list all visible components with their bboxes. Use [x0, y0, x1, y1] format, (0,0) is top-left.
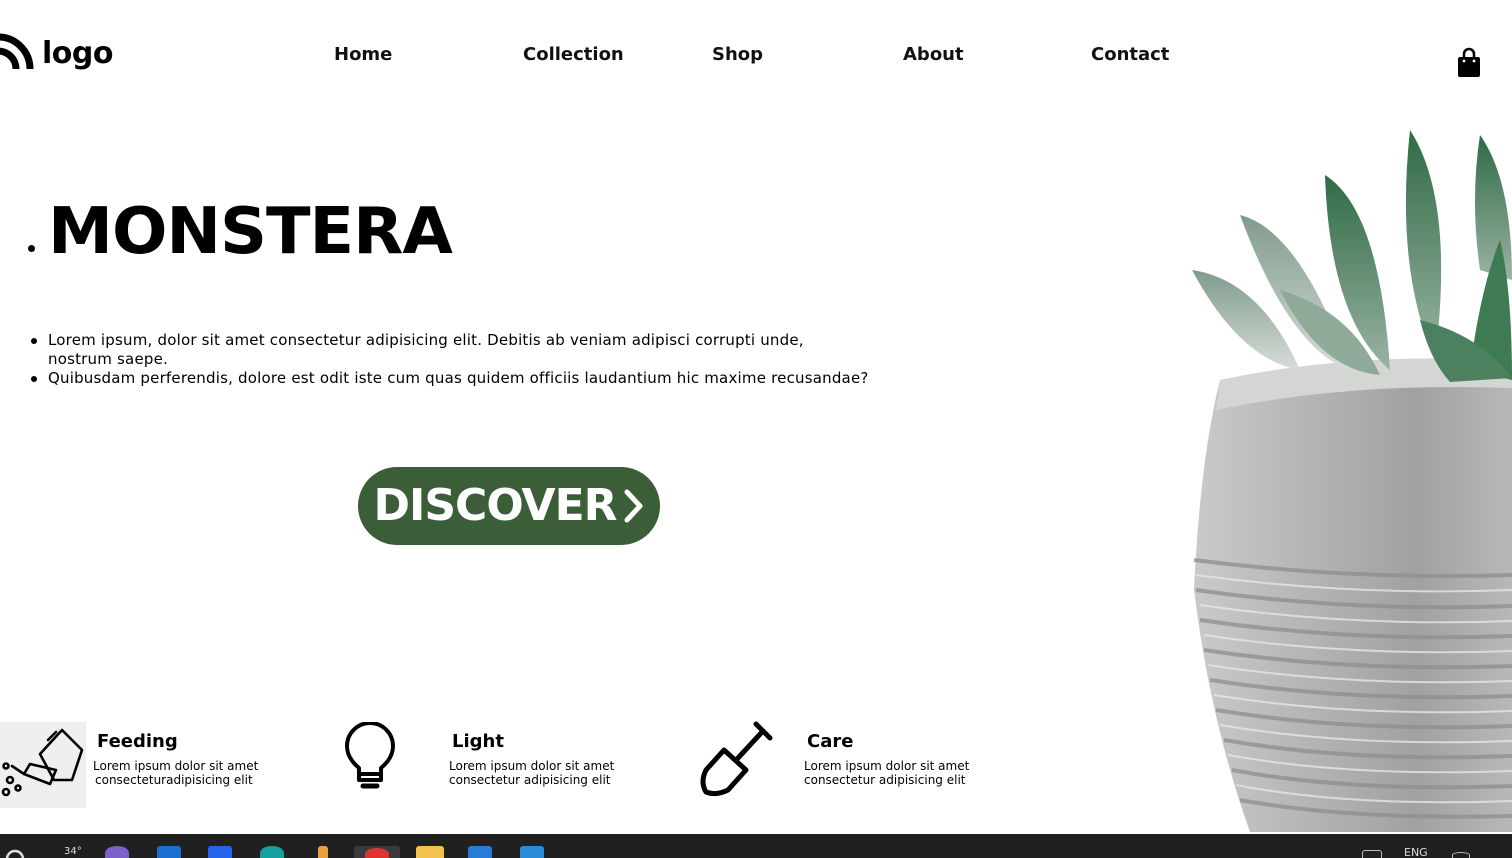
hero-title: MONSTERA	[48, 195, 453, 269]
taskbar-app-1-icon[interactable]	[105, 846, 129, 858]
feature-care-desc: Lorem ipsum dolor sit amet consectetur a…	[804, 759, 1004, 787]
feature-care-line2: consectetur adipisicing elit	[804, 773, 966, 787]
hero-bullet-1: Lorem ipsum, dolor sit amet consectetur …	[30, 331, 870, 369]
title-bullet	[28, 245, 35, 252]
feature-feeding-line1: Lorem ipsum dolor sit amet	[93, 759, 259, 773]
feature-feeding-title: Feeding	[97, 731, 178, 752]
feature-care-title: Care	[807, 731, 854, 752]
hero-title-row: MONSTERA	[28, 200, 453, 264]
feature-light-icon-box	[343, 721, 397, 792]
logo-text: logo	[42, 35, 113, 71]
feature-light-line2: consectetur adipisicing elit	[449, 773, 611, 787]
feature-feeding-desc: Lorem ipsum dolor sit amet consecteturad…	[93, 759, 293, 787]
os-taskbar: 34° ENG	[0, 834, 1512, 858]
shopping-bag-icon	[1458, 47, 1480, 77]
feature-care-icon-box	[698, 720, 776, 798]
light-bulb-icon	[345, 721, 395, 789]
feature-light-line1: Lorem ipsum dolor sit amet	[449, 759, 615, 773]
logo-mark-icon	[0, 33, 34, 70]
weather-temperature[interactable]: 34°	[64, 846, 82, 857]
hero-description-list: Lorem ipsum, dolor sit amet consectetur …	[30, 331, 870, 388]
logo[interactable]: logo	[0, 30, 113, 76]
nav-home[interactable]: Home	[334, 44, 392, 65]
chevron-right-icon	[624, 489, 643, 523]
succulent-pot-image	[1192, 130, 1512, 832]
feature-light-title: Light	[452, 731, 504, 752]
watering-can-icon	[1, 728, 84, 797]
vscode-icon[interactable]	[520, 846, 544, 858]
taskbar-app-3-icon[interactable]	[208, 846, 232, 858]
feature-light-desc: Lorem ipsum dolor sit amet consectetur a…	[449, 759, 649, 787]
feature-feeding-icon-box	[0, 722, 86, 808]
cart-button[interactable]	[1456, 47, 1482, 79]
taskbar-active-app[interactable]	[354, 846, 400, 858]
nav-about[interactable]: About	[903, 44, 964, 65]
hero-bullet-2: Quibusdam perferendis, dolore est odit i…	[30, 369, 870, 388]
feature-care-line1: Lorem ipsum dolor sit amet	[804, 759, 970, 773]
feature-feeding-line2: consecteturadipisicing elit	[95, 773, 253, 787]
nav-shop[interactable]: Shop	[712, 44, 763, 65]
taskbar-pen-icon[interactable]	[318, 846, 328, 858]
language-indicator[interactable]: ENG	[1404, 846, 1428, 858]
taskbar-store-icon[interactable]	[468, 846, 492, 858]
file-explorer-icon[interactable]	[416, 846, 444, 858]
shovel-icon	[700, 721, 773, 797]
taskbar-mail-icon[interactable]	[157, 846, 181, 858]
nav-collection[interactable]: Collection	[523, 44, 624, 65]
wifi-icon[interactable]	[1452, 852, 1470, 858]
discover-button-label: DISCOVER	[373, 480, 617, 531]
discover-button[interactable]: DISCOVER	[358, 467, 660, 545]
keyboard-icon[interactable]	[1362, 850, 1382, 858]
taskbar-edge-icon[interactable]	[260, 846, 284, 858]
search-icon[interactable]	[4, 848, 26, 858]
nav-contact[interactable]: Contact	[1091, 44, 1169, 65]
chrome-icon	[365, 848, 389, 858]
